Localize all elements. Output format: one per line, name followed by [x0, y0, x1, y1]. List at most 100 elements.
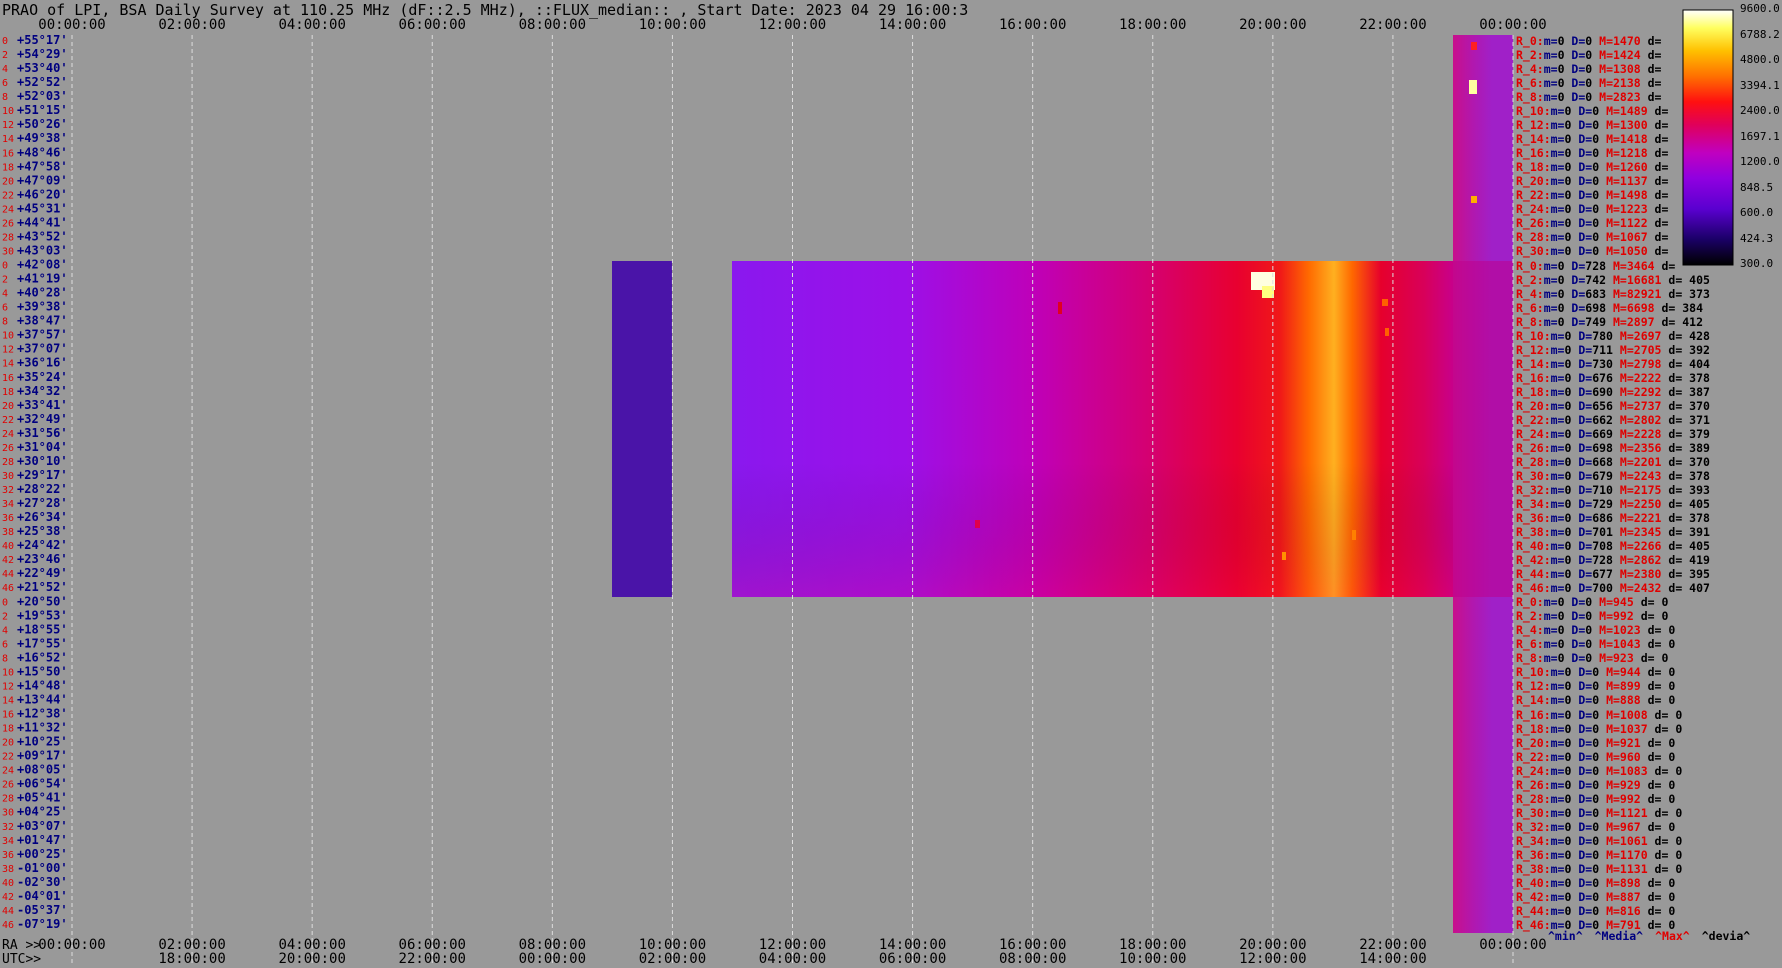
y-row-index: 24	[2, 204, 14, 215]
stat-row: R_6:m=0 D=698 M=6698 d= 384	[1516, 300, 1704, 315]
y-declination-label: +13°44'	[17, 692, 68, 706]
x-top-tick-label: 00:00:00	[38, 17, 105, 33]
y-declination-label: +55°17'	[17, 33, 68, 47]
stat-row: R_36:m=0 D=686 M=2221 d= 378	[1516, 511, 1710, 526]
y-declination-label: +15°50'	[17, 664, 68, 678]
y-row-index: 26	[2, 780, 14, 791]
y-row-index: 44	[2, 906, 14, 917]
colorbar-tick-label: 300.0	[1740, 257, 1774, 270]
y-row-index: 20	[2, 738, 14, 749]
y-row-index: 30	[2, 808, 14, 819]
stat-row: R_42:m=0 D=0 M=887 d= 0	[1516, 889, 1676, 904]
y-declination-label: +31°04'	[17, 440, 68, 454]
x-utc-tick-label: 20:00:00	[278, 951, 345, 967]
y-declination-label: -04°01'	[17, 889, 68, 903]
y-row-index: 6	[2, 303, 8, 314]
y-row-index: 8	[2, 317, 8, 328]
y-declination-label: +27°28'	[17, 496, 68, 510]
y-declination-label: +47°58'	[17, 159, 68, 173]
y-row-index: 0	[2, 36, 8, 47]
y-declination-label: +46°20'	[17, 187, 68, 201]
x-top-tick-label: 18:00:00	[1119, 17, 1186, 33]
y-row-index: 42	[2, 892, 14, 903]
stat-row: R_10:m=0 D=0 M=1489 d=	[1516, 104, 1669, 119]
y-row-index: 34	[2, 499, 14, 510]
y-row-index: 0	[2, 597, 8, 608]
y-declination-label: +22°49'	[17, 566, 68, 580]
y-declination-label: +34°32'	[17, 384, 68, 398]
stat-row: R_0:m=0 D=0 M=1470 d=	[1516, 34, 1662, 48]
stat-row: R_16:m=0 D=0 M=1008 d= 0	[1516, 707, 1683, 722]
y-declination-label: +41°19'	[17, 272, 68, 286]
legend-item: ^min^	[1548, 929, 1583, 943]
y-declination-label: -01°00'	[17, 861, 68, 875]
stat-row: R_34:m=0 D=729 M=2250 d= 405	[1516, 497, 1710, 512]
stat-row: R_8:m=0 D=749 M=2897 d= 412	[1516, 314, 1704, 329]
stat-row: R_4:m=0 D=0 M=1023 d= 0	[1516, 623, 1676, 638]
stat-row: R_32:m=0 D=710 M=2175 d= 393	[1516, 483, 1710, 497]
stat-row: R_20:m=0 D=0 M=921 d= 0	[1516, 735, 1676, 750]
stat-row: R_26:m=0 D=0 M=929 d= 0	[1516, 777, 1676, 792]
y-declination-label: +49°38'	[17, 131, 68, 145]
x-ra-tick-label: 00:00:00	[1479, 937, 1546, 953]
x-top-tick-label: 12:00:00	[759, 17, 826, 33]
x-utc-tick-label: 12:00:00	[1239, 951, 1306, 967]
y-row-index: 46	[2, 583, 14, 594]
y-declination-label: +52°03'	[17, 89, 68, 103]
colorbar-tick-label: 1697.1	[1740, 129, 1780, 143]
y-row-index: 12	[2, 345, 14, 356]
y-declination-label: +37°07'	[17, 342, 68, 356]
stat-row: R_36:m=0 D=0 M=1170 d= 0	[1516, 847, 1683, 862]
y-row-index: 40	[2, 878, 14, 889]
colorbar-tick-label: 3394.1	[1740, 78, 1780, 92]
y-declination-label: +09°17'	[17, 749, 68, 763]
stat-row: R_24:m=0 D=669 M=2228 d= 379	[1516, 426, 1710, 441]
y-declination-label: +11°32'	[17, 721, 68, 735]
stat-row: R_14:m=0 D=0 M=1418 d=	[1516, 132, 1669, 147]
x-ra-axis-label: RA >>	[2, 938, 41, 953]
y-row-index: 12	[2, 681, 14, 692]
stat-row: R_34:m=0 D=0 M=1061 d= 0	[1516, 833, 1683, 848]
y-row-index: 10	[2, 667, 14, 678]
x-utc-tick-label: 06:00:00	[879, 951, 946, 967]
stat-row: R_24:m=0 D=0 M=1223 d=	[1516, 202, 1669, 217]
colorbar-tick-label: 1200.0	[1740, 155, 1780, 168]
colorbar-tick-label: 600.0	[1740, 206, 1774, 219]
y-row-index: 38	[2, 864, 14, 875]
y-declination-label: +35°24'	[17, 370, 68, 384]
y-declination-label: +52°52'	[17, 75, 68, 89]
legend-item: ^Max^	[1655, 929, 1690, 943]
x-utc-tick-label: 14:00:00	[1359, 951, 1426, 967]
stat-row: R_20:m=0 D=656 M=2737 d= 370	[1516, 398, 1710, 413]
y-declination-label: +19°53'	[17, 608, 68, 622]
y-declination-label: +42°08'	[17, 258, 68, 272]
stat-row: R_16:m=0 D=676 M=2222 d= 378	[1516, 370, 1710, 385]
y-declination-label: +50°26'	[17, 117, 68, 131]
x-ra-tick-label: 00:00:00	[38, 937, 105, 953]
y-row-index: 16	[2, 148, 14, 159]
stat-row: R_24:m=0 D=0 M=1083 d= 0	[1516, 763, 1683, 778]
colorbar-tick-label: 9600.0	[1740, 2, 1780, 15]
y-declination-label: +32°49'	[17, 412, 68, 426]
stat-row: R_6:m=0 D=0 M=1043 d= 0	[1516, 637, 1676, 652]
y-declination-label: +33°41'	[17, 398, 68, 412]
stat-row: R_0:m=0 D=728 M=3464 d=	[1516, 258, 1676, 273]
colorbar-tick-label: 2400.0	[1740, 104, 1780, 117]
colorbar	[1682, 9, 1734, 266]
y-row-index: 6	[2, 78, 8, 89]
y-row-index: 12	[2, 120, 14, 131]
y-declination-label: +23°46'	[17, 552, 68, 566]
y-declination-label: +26°34'	[17, 510, 68, 524]
y-declination-label: +17°55'	[17, 636, 68, 650]
y-row-index: 4	[2, 289, 8, 300]
y-declination-label: +39°38'	[17, 300, 68, 314]
y-declination-label: +43°52'	[17, 229, 68, 243]
stat-row: R_8:m=0 D=0 M=923 d= 0	[1516, 651, 1669, 666]
y-declination-label: +00°25'	[17, 847, 68, 861]
y-row-index: 24	[2, 766, 14, 777]
stat-row: R_26:m=0 D=0 M=1122 d=	[1516, 216, 1669, 231]
y-row-index: 36	[2, 513, 14, 524]
y-row-index: 32	[2, 822, 14, 833]
legend-item: ^devia^	[1701, 929, 1751, 943]
y-declination-label: +18°55'	[17, 622, 68, 636]
